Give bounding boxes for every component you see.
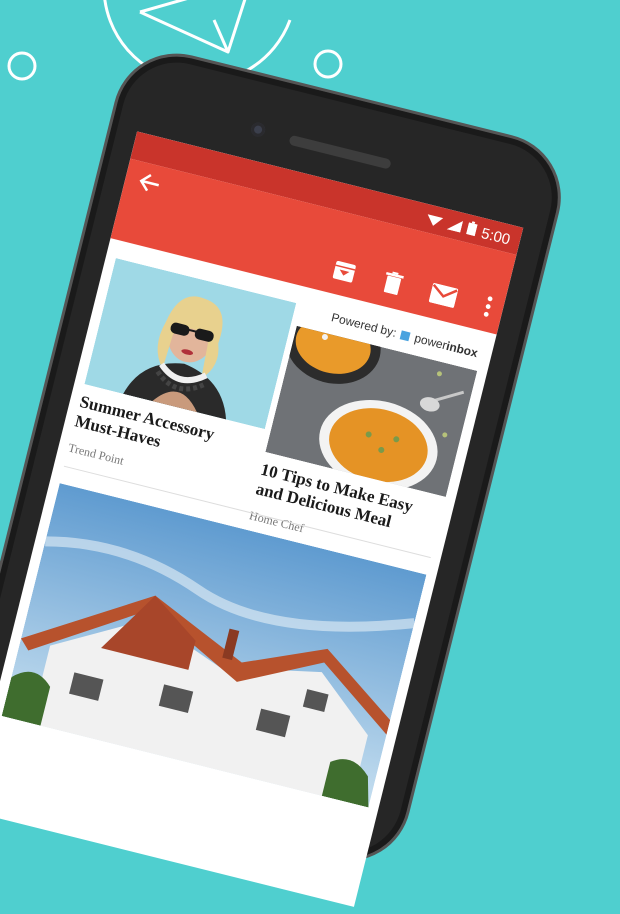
powerinbox-logo-icon bbox=[400, 329, 411, 341]
phone-screen: 5:00 Powered by: powerinbox Summer Acces… bbox=[0, 131, 524, 907]
battery-icon bbox=[465, 220, 478, 240]
more-vert-icon[interactable] bbox=[481, 295, 493, 323]
signal-icon bbox=[446, 216, 464, 236]
front-camera bbox=[249, 121, 267, 139]
trash-icon[interactable] bbox=[380, 270, 404, 301]
back-arrow-icon[interactable] bbox=[136, 170, 164, 201]
status-time: 5:00 bbox=[479, 224, 512, 249]
mail-icon[interactable] bbox=[427, 283, 459, 314]
paper-plane-icon bbox=[139, 0, 247, 54]
archive-icon[interactable] bbox=[330, 257, 358, 289]
decor-circle-right bbox=[313, 49, 343, 79]
decor-circle-left bbox=[7, 51, 37, 81]
earpiece-speaker bbox=[288, 134, 392, 170]
wifi-icon bbox=[424, 211, 444, 231]
powerinbox-brand[interactable]: powerinbox bbox=[413, 331, 479, 360]
article-card-food[interactable]: 10 Tips to Make Easy and Delicious Meal … bbox=[248, 325, 478, 568]
